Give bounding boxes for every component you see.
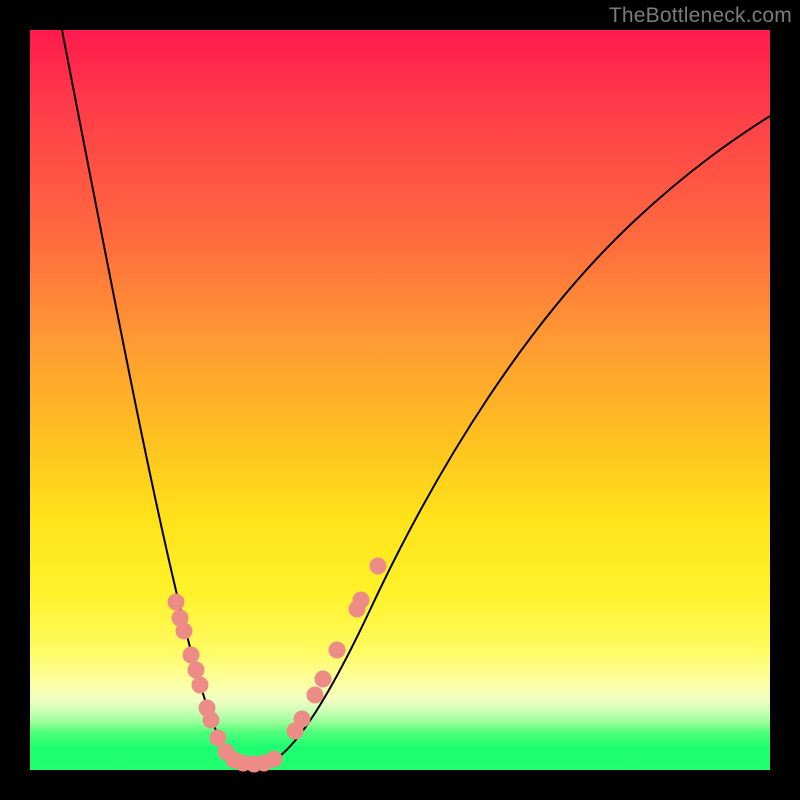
chart-frame: TheBottleneck.com: [0, 0, 800, 800]
marker-dot-group: [168, 558, 387, 773]
marker-dot: [315, 671, 332, 688]
bottleneck-curve: [62, 30, 770, 766]
marker-dot: [329, 642, 346, 659]
marker-dot: [266, 751, 283, 768]
marker-dot: [176, 623, 193, 640]
plot-area: [30, 30, 770, 770]
marker-dot: [168, 594, 185, 611]
watermark-text: TheBottleneck.com: [609, 4, 792, 28]
marker-dot: [307, 687, 324, 704]
marker-dot: [188, 662, 205, 679]
marker-dot: [370, 558, 387, 575]
marker-dot: [192, 677, 209, 694]
marker-dot: [353, 592, 370, 609]
curve-svg: [30, 30, 770, 770]
marker-dot: [294, 711, 311, 728]
marker-dot: [203, 712, 220, 729]
marker-dot: [183, 647, 200, 664]
